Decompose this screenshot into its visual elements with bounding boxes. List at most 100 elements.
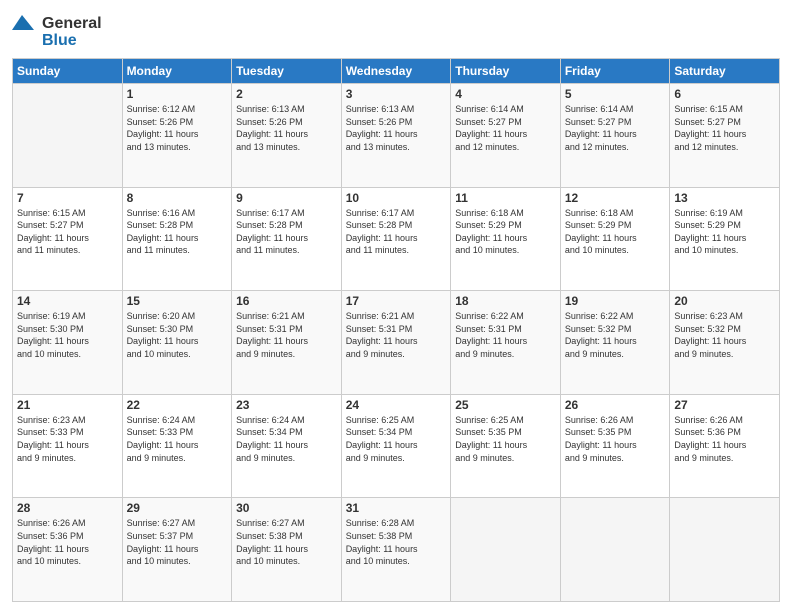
- day-info: Sunrise: 6:17 AMSunset: 5:28 PMDaylight:…: [236, 207, 337, 257]
- calendar-day-header: Monday: [122, 59, 232, 84]
- calendar-cell: 26 Sunrise: 6:26 AMSunset: 5:35 PMDayligh…: [560, 394, 670, 498]
- calendar-cell: 15 Sunrise: 6:20 AMSunset: 5:30 PMDayligh…: [122, 291, 232, 395]
- day-info: Sunrise: 6:13 AMSunset: 5:26 PMDaylight:…: [346, 103, 447, 153]
- calendar-cell: [13, 84, 123, 188]
- day-info: Sunrise: 6:13 AMSunset: 5:26 PMDaylight:…: [236, 103, 337, 153]
- day-info: Sunrise: 6:22 AMSunset: 5:32 PMDaylight:…: [565, 310, 666, 360]
- svg-text:General: General: [42, 15, 102, 32]
- calendar-cell: 16 Sunrise: 6:21 AMSunset: 5:31 PMDayligh…: [232, 291, 342, 395]
- day-info: Sunrise: 6:28 AMSunset: 5:38 PMDaylight:…: [346, 517, 447, 567]
- calendar-table: SundayMondayTuesdayWednesdayThursdayFrid…: [12, 58, 780, 602]
- day-info: Sunrise: 6:14 AMSunset: 5:27 PMDaylight:…: [565, 103, 666, 153]
- calendar-cell: 22 Sunrise: 6:24 AMSunset: 5:33 PMDayligh…: [122, 394, 232, 498]
- calendar-cell: 11 Sunrise: 6:18 AMSunset: 5:29 PMDayligh…: [451, 187, 561, 291]
- calendar-cell: 25 Sunrise: 6:25 AMSunset: 5:35 PMDayligh…: [451, 394, 561, 498]
- day-number: 15: [127, 294, 228, 308]
- day-info: Sunrise: 6:24 AMSunset: 5:34 PMDaylight:…: [236, 414, 337, 464]
- day-number: 20: [674, 294, 775, 308]
- calendar-week-row: 28Sunrise: 6:26 AMSunset: 5:36 PMDayligh…: [13, 498, 780, 602]
- calendar-cell: 6Sunrise: 6:15 AMSunset: 5:27 PMDaylight…: [670, 84, 780, 188]
- calendar-week-row: 7Sunrise: 6:15 AMSunset: 5:27 PMDaylight…: [13, 187, 780, 291]
- day-info: Sunrise: 6:18 AMSunset: 5:29 PMDaylight:…: [455, 207, 556, 257]
- calendar-cell: 18 Sunrise: 6:22 AMSunset: 5:31 PMDayligh…: [451, 291, 561, 395]
- calendar-cell: 3 Sunrise: 6:13 AMSunset: 5:26 PMDaylight…: [341, 84, 451, 188]
- day-number: 18: [455, 294, 556, 308]
- calendar-week-row: 21 Sunrise: 6:23 AMSunset: 5:33 PMDayligh…: [13, 394, 780, 498]
- calendar-cell: 23 Sunrise: 6:24 AMSunset: 5:34 PMDayligh…: [232, 394, 342, 498]
- calendar-cell: 21 Sunrise: 6:23 AMSunset: 5:33 PMDayligh…: [13, 394, 123, 498]
- day-info: Sunrise: 6:25 AMSunset: 5:35 PMDaylight:…: [455, 414, 556, 464]
- day-number: 23: [236, 398, 337, 412]
- calendar-cell: 24 Sunrise: 6:25 AMSunset: 5:34 PMDayligh…: [341, 394, 451, 498]
- calendar-cell: 28Sunrise: 6:26 AMSunset: 5:36 PMDayligh…: [13, 498, 123, 602]
- logo-icon: GeneralBlue: [12, 10, 132, 50]
- calendar-cell: 19Sunrise: 6:22 AMSunset: 5:32 PMDayligh…: [560, 291, 670, 395]
- calendar-day-header: Thursday: [451, 59, 561, 84]
- calendar-cell: 1 Sunrise: 6:12 AMSunset: 5:26 PMDaylight…: [122, 84, 232, 188]
- day-number: 14: [17, 294, 118, 308]
- day-info: Sunrise: 6:18 AMSunset: 5:29 PMDaylight:…: [565, 207, 666, 257]
- day-number: 25: [455, 398, 556, 412]
- day-info: Sunrise: 6:25 AMSunset: 5:34 PMDaylight:…: [346, 414, 447, 464]
- calendar-cell: 5 Sunrise: 6:14 AMSunset: 5:27 PMDaylight…: [560, 84, 670, 188]
- calendar-cell: 27Sunrise: 6:26 AMSunset: 5:36 PMDayligh…: [670, 394, 780, 498]
- day-number: 5: [565, 87, 666, 101]
- calendar-cell: 4 Sunrise: 6:14 AMSunset: 5:27 PMDaylight…: [451, 84, 561, 188]
- calendar-week-row: 14Sunrise: 6:19 AMSunset: 5:30 PMDayligh…: [13, 291, 780, 395]
- logo: GeneralBlue: [12, 10, 132, 50]
- calendar-cell: 30 Sunrise: 6:27 AMSunset: 5:38 PMDayligh…: [232, 498, 342, 602]
- calendar-cell: 29 Sunrise: 6:27 AMSunset: 5:37 PMDayligh…: [122, 498, 232, 602]
- day-info: Sunrise: 6:21 AMSunset: 5:31 PMDaylight:…: [236, 310, 337, 360]
- day-number: 3: [346, 87, 447, 101]
- svg-text:Blue: Blue: [42, 32, 77, 49]
- calendar-cell: 9 Sunrise: 6:17 AMSunset: 5:28 PMDaylight…: [232, 187, 342, 291]
- day-info: Sunrise: 6:21 AMSunset: 5:31 PMDaylight:…: [346, 310, 447, 360]
- day-number: 17: [346, 294, 447, 308]
- day-info: Sunrise: 6:16 AMSunset: 5:28 PMDaylight:…: [127, 207, 228, 257]
- day-info: Sunrise: 6:24 AMSunset: 5:33 PMDaylight:…: [127, 414, 228, 464]
- day-number: 24: [346, 398, 447, 412]
- day-number: 16: [236, 294, 337, 308]
- day-info: Sunrise: 6:26 AMSunset: 5:35 PMDaylight:…: [565, 414, 666, 464]
- day-number: 11: [455, 191, 556, 205]
- day-number: 4: [455, 87, 556, 101]
- day-info: Sunrise: 6:14 AMSunset: 5:27 PMDaylight:…: [455, 103, 556, 153]
- day-info: Sunrise: 6:27 AMSunset: 5:38 PMDaylight:…: [236, 517, 337, 567]
- day-number: 27: [674, 398, 775, 412]
- calendar-day-header: Saturday: [670, 59, 780, 84]
- calendar-cell: 2Sunrise: 6:13 AMSunset: 5:26 PMDaylight…: [232, 84, 342, 188]
- day-number: 9: [236, 191, 337, 205]
- page-header: GeneralBlue: [12, 10, 780, 50]
- day-info: Sunrise: 6:27 AMSunset: 5:37 PMDaylight:…: [127, 517, 228, 567]
- day-number: 12: [565, 191, 666, 205]
- day-info: Sunrise: 6:17 AMSunset: 5:28 PMDaylight:…: [346, 207, 447, 257]
- day-info: Sunrise: 6:22 AMSunset: 5:31 PMDaylight:…: [455, 310, 556, 360]
- day-info: Sunrise: 6:23 AMSunset: 5:33 PMDaylight:…: [17, 414, 118, 464]
- calendar-day-header: Sunday: [13, 59, 123, 84]
- day-number: 28: [17, 501, 118, 515]
- day-number: 31: [346, 501, 447, 515]
- day-info: Sunrise: 6:23 AMSunset: 5:32 PMDaylight:…: [674, 310, 775, 360]
- calendar-header-row: SundayMondayTuesdayWednesdayThursdayFrid…: [13, 59, 780, 84]
- calendar-cell: 14Sunrise: 6:19 AMSunset: 5:30 PMDayligh…: [13, 291, 123, 395]
- day-number: 22: [127, 398, 228, 412]
- day-number: 13: [674, 191, 775, 205]
- calendar-day-header: Friday: [560, 59, 670, 84]
- calendar-cell: 13Sunrise: 6:19 AMSunset: 5:29 PMDayligh…: [670, 187, 780, 291]
- calendar-week-row: 1 Sunrise: 6:12 AMSunset: 5:26 PMDaylight…: [13, 84, 780, 188]
- calendar-cell: [451, 498, 561, 602]
- day-number: 21: [17, 398, 118, 412]
- calendar-cell: 7Sunrise: 6:15 AMSunset: 5:27 PMDaylight…: [13, 187, 123, 291]
- day-number: 6: [674, 87, 775, 101]
- day-info: Sunrise: 6:20 AMSunset: 5:30 PMDaylight:…: [127, 310, 228, 360]
- day-number: 1: [127, 87, 228, 101]
- day-info: Sunrise: 6:12 AMSunset: 5:26 PMDaylight:…: [127, 103, 228, 153]
- day-number: 30: [236, 501, 337, 515]
- calendar-cell: [560, 498, 670, 602]
- day-number: 26: [565, 398, 666, 412]
- calendar-cell: 31 Sunrise: 6:28 AMSunset: 5:38 PMDayligh…: [341, 498, 451, 602]
- day-number: 8: [127, 191, 228, 205]
- day-number: 29: [127, 501, 228, 515]
- calendar-cell: [670, 498, 780, 602]
- day-info: Sunrise: 6:15 AMSunset: 5:27 PMDaylight:…: [17, 207, 118, 257]
